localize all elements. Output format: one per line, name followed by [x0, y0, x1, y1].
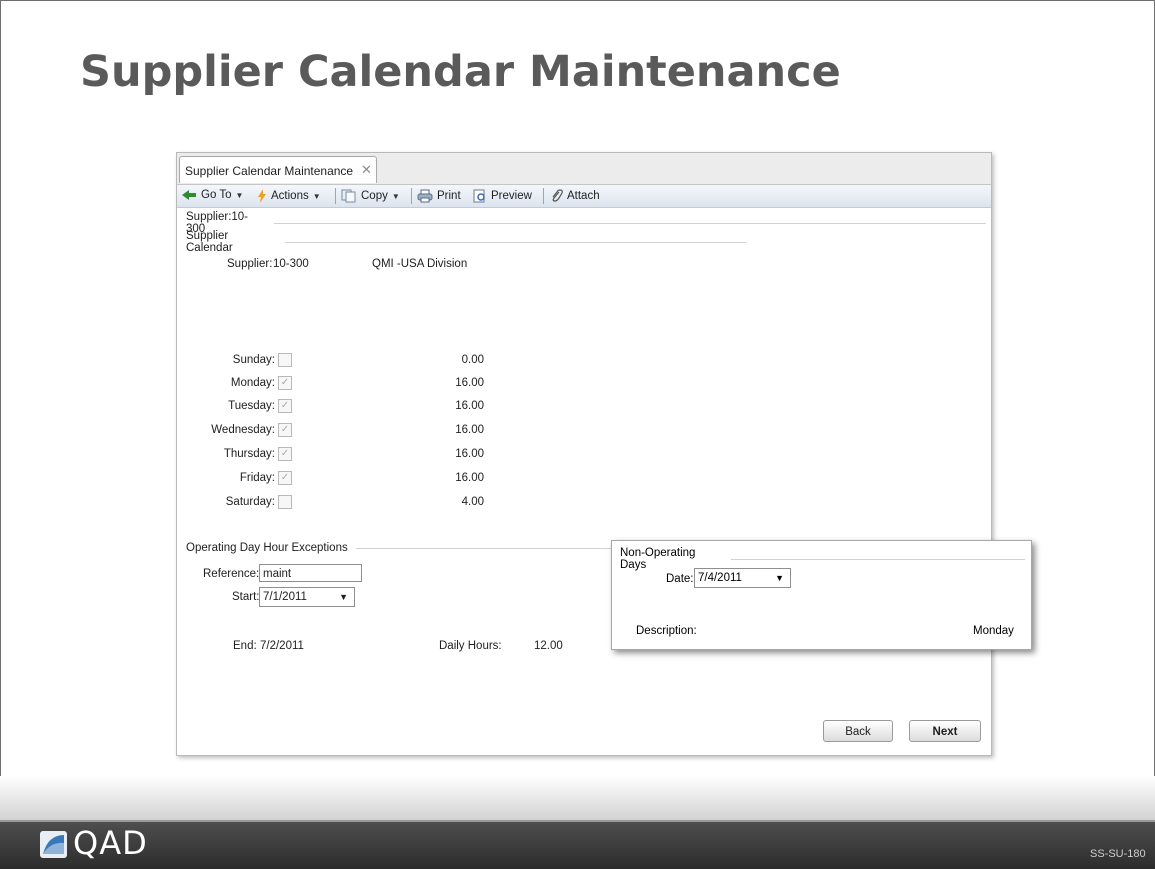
lightning-icon — [258, 189, 266, 203]
day-row-monday: Monday: ✓ 16.00 — [177, 374, 497, 394]
qad-logo-icon — [40, 831, 67, 858]
section-title: Operating Day Hour Exceptions — [186, 542, 348, 554]
toolbar-separator — [411, 188, 412, 204]
start-date-select[interactable]: 7/1/2011 ▼ — [259, 587, 355, 607]
date-label: Date: — [666, 573, 694, 585]
divider — [285, 241, 746, 243]
start-date-value: 7/1/2011 — [263, 591, 307, 603]
day-row-tuesday: Tuesday: ✓ 16.00 — [177, 397, 497, 417]
day-hours: 16.00 — [455, 400, 484, 412]
divider — [274, 222, 986, 224]
day-hours: 4.00 — [461, 496, 484, 508]
footer-fade — [0, 776, 1155, 820]
paperclip-icon — [552, 189, 563, 202]
sunday-checkbox[interactable] — [278, 353, 292, 367]
start-label: Start: — [232, 591, 260, 603]
day-row-wednesday: Wednesday: ✓ 16.00 — [177, 421, 497, 441]
thursday-checkbox[interactable]: ✓ — [278, 447, 292, 461]
daily-hours-label: Daily Hours: — [439, 640, 502, 652]
reference-input[interactable]: maint — [259, 564, 362, 582]
toolbar-separator — [335, 188, 336, 204]
non-operating-days-panel: Non-Operating Days Date: 7/4/2011 ▼ Desc… — [611, 540, 1032, 650]
supplier-code: 10-300 — [273, 258, 309, 270]
friday-checkbox[interactable]: ✓ — [278, 471, 292, 485]
tab-label: Supplier Calendar Maintenance — [185, 164, 354, 178]
day-hours: 16.00 — [455, 472, 484, 484]
day-label: Saturday: — [225, 496, 275, 508]
day-hours: 0.00 — [461, 354, 484, 366]
chevron-down-icon: ▼ — [775, 573, 784, 583]
description-label: Description: — [636, 625, 697, 637]
day-label: Friday: — [239, 472, 275, 484]
end-label: End: — [233, 640, 257, 652]
copy-label: Copy — [361, 190, 388, 202]
supplier-label: Supplier: — [227, 258, 273, 270]
date-select[interactable]: 7/4/2011 ▼ — [694, 568, 791, 588]
copy-icon — [341, 189, 356, 203]
day-row-sunday: Sunday: 0.00 — [177, 351, 497, 371]
chevron-down-icon: ▼ — [235, 190, 244, 200]
tab-strip: Supplier Calendar Maintenance ✕ — [177, 153, 991, 185]
attach-button[interactable]: Attach — [551, 189, 600, 203]
day-label: Sunday: — [232, 354, 275, 366]
printer-icon — [417, 189, 433, 203]
close-icon[interactable]: ✕ — [361, 162, 372, 178]
actions-menu[interactable]: Actions ▼ — [257, 189, 321, 203]
day-label: Monday: — [230, 377, 275, 389]
preview-label: Preview — [491, 190, 532, 202]
exceptions-section: Operating Day Hour Exceptions — [186, 542, 616, 554]
goto-arrow-icon — [182, 190, 196, 200]
goto-label: Go To — [201, 189, 232, 201]
back-button[interactable]: Back — [823, 720, 893, 742]
day-hours: 16.00 — [455, 377, 484, 389]
footer-bar — [0, 820, 1155, 869]
tab-supplier-calendar-maintenance[interactable]: Supplier Calendar Maintenance ✕ — [179, 156, 377, 183]
slide-title: Supplier Calendar Maintenance — [80, 47, 841, 97]
attach-label: Attach — [567, 190, 600, 202]
chevron-down-icon: ▼ — [312, 191, 321, 201]
daily-hours-value: 12.00 — [534, 640, 563, 652]
chevron-down-icon: ▼ — [391, 191, 400, 201]
next-button[interactable]: Next — [909, 720, 981, 742]
day-hours: 16.00 — [455, 448, 484, 460]
popup-header: Non-Operating Days — [620, 547, 1025, 571]
saturday-checkbox[interactable] — [278, 495, 292, 509]
toolbar: Go To ▼ Actions ▼ Copy ▼ Print Preview A… — [177, 185, 991, 208]
day-hours: 16.00 — [455, 424, 484, 436]
slide-code: SS-SU-180 — [1090, 848, 1146, 860]
day-row-saturday: Saturday: 4.00 — [177, 493, 497, 513]
supplier-calendar-section: Supplier Calendar — [186, 230, 746, 254]
date-value: 7/4/2011 — [698, 572, 742, 584]
print-button[interactable]: Print — [417, 189, 461, 203]
day-row-friday: Friday: ✓ 16.00 — [177, 469, 497, 489]
tuesday-checkbox[interactable]: ✓ — [278, 399, 292, 413]
wednesday-checkbox[interactable]: ✓ — [278, 423, 292, 437]
actions-label: Actions — [271, 190, 309, 202]
divider — [730, 558, 1025, 560]
section-title: Supplier Calendar — [186, 230, 233, 254]
preview-button[interactable]: Preview — [473, 189, 532, 203]
qad-logo-text: QAD — [73, 824, 148, 862]
divider — [355, 547, 611, 549]
monday-checkbox[interactable]: ✓ — [278, 376, 292, 390]
reference-label: Reference: — [203, 568, 260, 580]
copy-menu[interactable]: Copy ▼ — [341, 189, 400, 203]
description-value: Monday — [973, 625, 1014, 637]
goto-menu[interactable]: Go To ▼ — [181, 189, 243, 201]
day-label: Thursday: — [223, 448, 275, 460]
day-label: Tuesday: — [228, 400, 275, 412]
day-row-thursday: Thursday: ✓ 16.00 — [177, 445, 497, 465]
toolbar-separator — [543, 188, 544, 204]
day-label: Wednesday: — [211, 424, 275, 436]
supplier-name: QMI -USA Division — [372, 258, 468, 270]
end-date-value: 7/2/2011 — [260, 640, 304, 652]
chevron-down-icon: ▼ — [339, 592, 348, 602]
print-label: Print — [437, 190, 461, 202]
app-window: Supplier Calendar Maintenance ✕ Go To ▼ … — [176, 152, 992, 756]
preview-icon — [473, 189, 485, 203]
